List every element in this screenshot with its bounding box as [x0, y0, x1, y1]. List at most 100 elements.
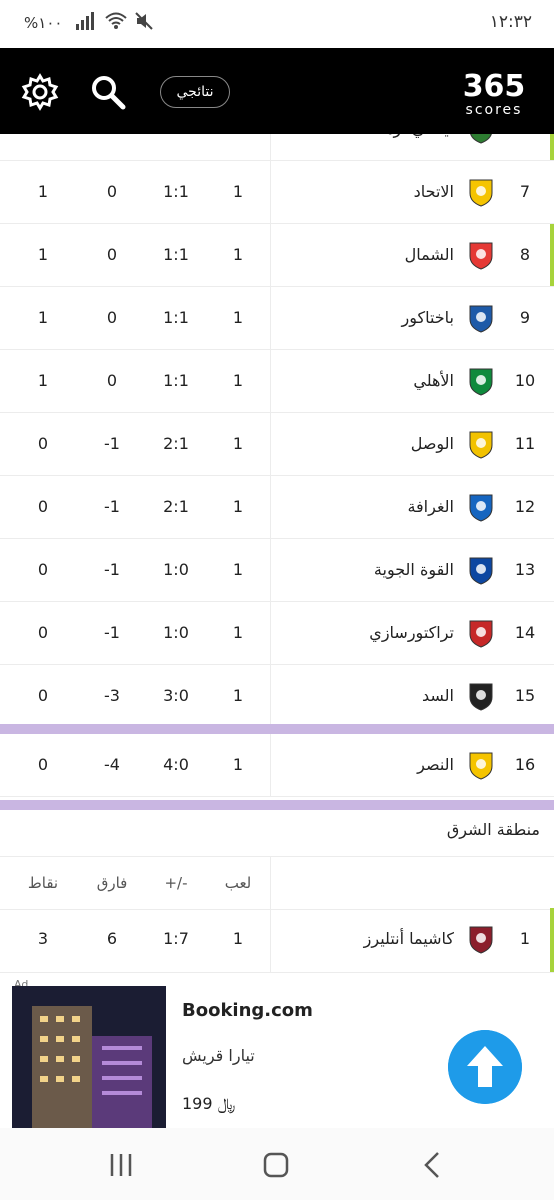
qualification-bar	[550, 224, 554, 286]
goals-for-against: 3:0	[163, 686, 189, 705]
header-goals: +/-	[164, 874, 188, 892]
points: 0	[37, 560, 49, 579]
team-name[interactable]: القوة الجوية	[374, 539, 454, 601]
app-header: 365 scores	[0, 48, 554, 134]
search-icon[interactable]	[88, 72, 128, 112]
table-row[interactable]: 7 الاتحاد 1 1:1 0 1	[0, 161, 554, 224]
table-row[interactable]: 14 تراكتورسازي 1 1:0 -1 0	[0, 602, 554, 665]
header-played: لعب	[224, 874, 252, 892]
system-nav-bar	[0, 1128, 554, 1200]
games-played: 1	[232, 308, 244, 327]
team-position: 6	[510, 134, 540, 160]
goal-difference: 0	[106, 182, 118, 201]
team-logo	[469, 305, 493, 333]
back-icon[interactable]	[416, 1148, 450, 1182]
header-points: نقاط	[27, 874, 59, 892]
table-row[interactable]: 6ليستي ترهالة10:113	[0, 134, 554, 161]
relegation-separator	[0, 724, 554, 734]
team-name[interactable]: الاتحاد	[414, 161, 454, 223]
group-separator	[0, 800, 554, 810]
ad-price: 199 ﷼	[182, 1094, 236, 1113]
team-logo	[469, 368, 493, 396]
table-row[interactable]: 1 كاشيما أنتليرز 1 1:7 6 3	[0, 908, 554, 973]
goal-difference: -4	[104, 755, 120, 774]
goals-for-against: 1:1	[163, 371, 189, 390]
qualification-bar	[550, 908, 554, 972]
team-logo	[470, 134, 492, 144]
wifi-icon	[105, 12, 127, 29]
points: 1	[37, 308, 49, 327]
team-position: 15	[514, 686, 536, 705]
points: 0	[37, 755, 49, 774]
team-logo	[469, 242, 493, 270]
section-title: منطقة الشرق	[446, 820, 540, 839]
games-played: 1	[208, 134, 268, 160]
points: 0	[37, 497, 49, 516]
scroll-top-button[interactable]	[448, 1030, 522, 1104]
games-played: 1	[232, 929, 244, 948]
team-name[interactable]: الغرافة	[407, 476, 454, 538]
ad-brand[interactable]: Booking.com	[182, 1000, 313, 1021]
team-position: 7	[519, 182, 531, 201]
goal-difference: 0	[106, 308, 118, 327]
team-name[interactable]: السد	[422, 665, 454, 727]
recent-apps-icon[interactable]	[104, 1148, 138, 1182]
team-logo	[469, 620, 493, 648]
points: 0	[37, 686, 49, 705]
points: 3	[13, 134, 73, 160]
goal-difference: -3	[104, 686, 120, 705]
team-logo	[469, 494, 493, 522]
table-row[interactable]: 10 الأهلي 1 1:1 0 1	[0, 350, 554, 413]
team-position: 8	[519, 245, 531, 264]
team-name[interactable]: تراكتورسازي	[369, 602, 454, 664]
logo-number: 365	[463, 69, 526, 104]
table-row[interactable]: 15 السد 1 3:0 -3 0	[0, 665, 554, 728]
points: 1	[37, 182, 49, 201]
table-row[interactable]: 8 الشمال 1 1:1 0 1	[0, 224, 554, 287]
status-icons	[76, 11, 154, 31]
goal-difference: 0	[106, 371, 118, 390]
home-icon[interactable]	[259, 1148, 293, 1182]
table-row[interactable]: 16 النصر 1 4:0 -4 0	[0, 734, 554, 797]
clock: ١٢:٣٢	[489, 12, 532, 32]
goals-for-against: 1:7	[163, 929, 189, 948]
365scores-logo[interactable]: 365 scores	[446, 66, 542, 118]
table-header-row: لعب +/- فارق نقاط	[0, 856, 554, 910]
games-played: 1	[232, 560, 244, 579]
team-position: 13	[514, 560, 536, 579]
table-row[interactable]: 11 الوصل 1 2:1 -1 0	[0, 413, 554, 476]
team-position: 9	[519, 308, 531, 327]
goals-for-against: 1:0	[163, 560, 189, 579]
table-row[interactable]: 12 الغرافة 1 2:1 -1 0	[0, 476, 554, 539]
my-results-button[interactable]: نتائجي	[160, 76, 230, 108]
team-name[interactable]: كاشيما أنتليرز	[364, 908, 454, 970]
team-logo	[469, 431, 493, 459]
goals-for-against: 4:0	[163, 755, 189, 774]
goals-for-against: 1:1	[163, 182, 189, 201]
team-name[interactable]: الأهلي	[413, 350, 454, 412]
goals-for-against: 1:0	[163, 623, 189, 642]
gear-icon[interactable]	[20, 72, 60, 112]
points: 0	[37, 434, 49, 453]
signal-icon	[76, 12, 94, 30]
points: 0	[37, 623, 49, 642]
team-name[interactable]: النصر	[417, 734, 454, 796]
team-logo	[469, 926, 493, 954]
goal-difference: -1	[104, 497, 120, 516]
team-logo	[469, 752, 493, 780]
table-row[interactable]: 9 باختاكور 1 1:1 0 1	[0, 287, 554, 350]
goal-difference: 1	[82, 134, 142, 160]
team-name[interactable]: ليستي ترهالة	[367, 134, 454, 160]
team-position: 16	[514, 755, 536, 774]
team-name[interactable]: الوصل	[411, 413, 454, 475]
games-played: 1	[232, 755, 244, 774]
team-name[interactable]: باختاكور	[401, 287, 454, 349]
hotel-photo	[12, 986, 166, 1128]
header-diff: فارق	[96, 874, 128, 892]
table-row[interactable]: 13 القوة الجوية 1 1:0 -1 0	[0, 539, 554, 602]
games-played: 1	[232, 623, 244, 642]
status-bar: %١٠٠ ١٢:٣٢	[0, 0, 554, 48]
goal-difference: -1	[104, 623, 120, 642]
team-logo	[469, 683, 493, 711]
team-name[interactable]: الشمال	[405, 224, 454, 286]
